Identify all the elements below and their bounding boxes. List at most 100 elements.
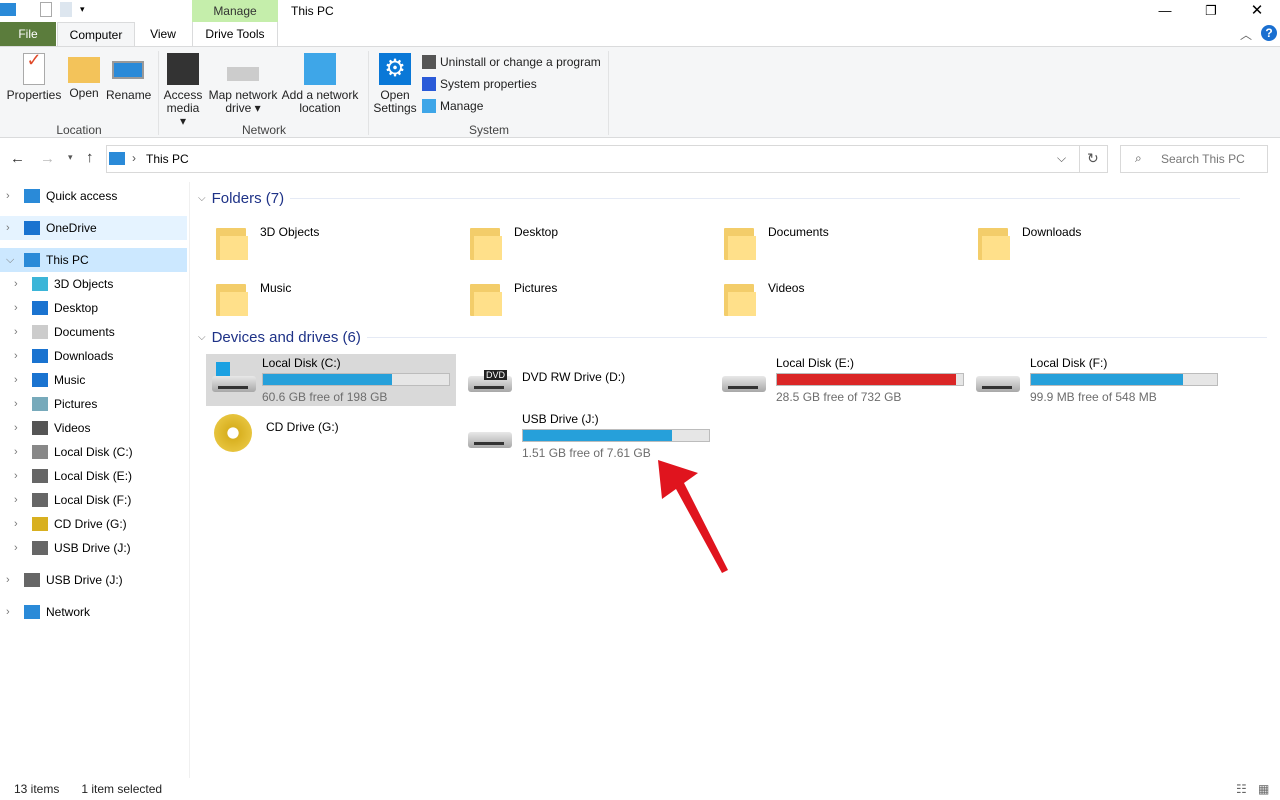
address-dropdown-icon[interactable]: ⌵ xyxy=(1057,151,1066,166)
media-icon xyxy=(167,53,199,85)
close-button[interactable]: ✕ xyxy=(1234,0,1280,22)
chevron-right-icon[interactable]: › xyxy=(14,494,18,506)
hard-drive-icon xyxy=(974,356,1020,396)
drive-item[interactable]: Local Disk (E:) 28.5 GB free of 732 GB xyxy=(716,354,970,408)
manage-button[interactable]: Manage xyxy=(422,99,483,113)
tab-view[interactable]: View xyxy=(136,22,190,46)
nav-item[interactable]: › USB Drive (J:) xyxy=(0,568,187,592)
folder-name: Documents xyxy=(768,225,829,239)
system-properties-button[interactable]: System properties xyxy=(422,77,537,91)
nav-item-label: Desktop xyxy=(54,301,99,315)
nav-item[interactable]: › Local Disk (C:) xyxy=(0,440,187,464)
nav-item-icon xyxy=(32,445,48,459)
back-button[interactable]: ← xyxy=(10,150,25,167)
refresh-icon[interactable]: ↻ xyxy=(1087,150,1099,167)
access-media-button[interactable]: Access media ▾ xyxy=(162,53,204,128)
chevron-right-icon[interactable]: › xyxy=(14,278,18,290)
drive-item[interactable]: Local Disk (C:) 60.6 GB free of 198 GB xyxy=(206,354,456,406)
chevron-right-icon[interactable]: › xyxy=(14,518,18,530)
help-icon[interactable]: ? xyxy=(1261,25,1277,41)
chevron-right-icon[interactable]: › xyxy=(14,542,18,554)
new-folder-qat-icon[interactable] xyxy=(60,2,72,17)
folders-section-header[interactable]: ⌵ Folders (7) xyxy=(198,190,1241,207)
open-folder-icon xyxy=(68,57,100,83)
folder-icon xyxy=(978,222,1012,262)
chevron-right-icon[interactable]: › xyxy=(6,190,10,202)
chevron-right-icon[interactable]: › xyxy=(6,222,10,234)
tab-file[interactable]: File xyxy=(0,22,56,46)
up-button[interactable]: ↑ xyxy=(86,149,94,166)
chevron-right-icon[interactable]: › xyxy=(14,422,18,434)
chevron-right-icon[interactable]: › xyxy=(14,374,18,386)
chevron-right-icon[interactable]: › xyxy=(14,398,18,410)
open-settings-button[interactable]: ⚙ Open Settings xyxy=(372,53,418,115)
folder-item[interactable]: Documents xyxy=(724,222,829,262)
hard-drive-icon xyxy=(466,412,512,452)
nav-item[interactable]: › Music xyxy=(0,368,187,392)
drive-usage-bar xyxy=(262,373,450,386)
customize-qat-icon[interactable]: ▾ xyxy=(80,4,85,15)
chevron-right-icon[interactable]: › xyxy=(6,606,10,618)
nav-item[interactable]: › Downloads xyxy=(0,344,187,368)
folder-item[interactable]: Desktop xyxy=(470,222,558,262)
nav-item[interactable]: › USB Drive (J:) xyxy=(0,536,187,560)
uninstall-program-button[interactable]: Uninstall or change a program xyxy=(422,55,601,69)
nav-item[interactable]: › OneDrive xyxy=(0,216,187,240)
uninstall-icon xyxy=(422,55,436,69)
minimize-button[interactable]: — xyxy=(1142,0,1188,22)
chevron-right-icon[interactable]: › xyxy=(14,302,18,314)
properties-qat-icon[interactable] xyxy=(40,2,52,17)
nav-item[interactable]: › Desktop xyxy=(0,296,187,320)
forward-button[interactable]: → xyxy=(40,150,55,167)
hard-drive-icon xyxy=(720,356,766,396)
properties-button[interactable]: ✓ Properties xyxy=(6,51,62,102)
nav-item[interactable]: › Pictures xyxy=(0,392,187,416)
map-network-drive-button[interactable]: Map network drive ▾ xyxy=(206,53,280,115)
nav-item-icon xyxy=(24,221,40,235)
folder-item[interactable]: Music xyxy=(216,278,291,318)
drive-item[interactable]: DVD DVD RW Drive (D:) xyxy=(462,354,631,400)
nav-item[interactable]: › Videos xyxy=(0,416,187,440)
chevron-right-icon[interactable]: › xyxy=(14,446,18,458)
nav-item[interactable]: › Network xyxy=(0,600,187,624)
recent-locations-button[interactable]: ▾ xyxy=(68,152,73,163)
chevron-right-icon[interactable]: › xyxy=(14,350,18,362)
group-network-label: Network xyxy=(241,123,286,137)
rename-button[interactable]: Rename xyxy=(106,53,151,102)
collapse-ribbon-icon[interactable]: ︿ xyxy=(1240,26,1252,43)
folder-item[interactable]: Videos xyxy=(724,278,804,318)
chevron-down-icon[interactable]: ⌵ xyxy=(6,254,14,267)
breadcrumb-this-pc[interactable]: This PC xyxy=(146,152,189,166)
nav-item-icon xyxy=(32,301,48,315)
computer-icon xyxy=(0,3,16,16)
folder-item[interactable]: Pictures xyxy=(470,278,557,318)
folder-item[interactable]: 3D Objects xyxy=(216,222,319,262)
nav-item[interactable]: › Documents xyxy=(0,320,187,344)
drives-section-header[interactable]: ⌵ Devices and drives (6) xyxy=(198,329,1267,346)
chevron-right-icon[interactable]: › xyxy=(6,574,10,586)
tab-computer[interactable]: Computer xyxy=(57,22,135,47)
nav-item[interactable]: › Local Disk (E:) xyxy=(0,464,187,488)
title-bar: ▾ Manage This PC — ❐ ✕ xyxy=(0,0,1280,22)
chevron-right-icon[interactable]: › xyxy=(14,326,18,338)
folder-icon xyxy=(724,278,758,318)
address-bar[interactable]: › This PC ⌵ ↻ xyxy=(106,145,1108,173)
nav-item[interactable]: › 3D Objects xyxy=(0,272,187,296)
drive-item[interactable]: CD Drive (G:) xyxy=(206,410,345,456)
nav-item[interactable]: › CD Drive (G:) xyxy=(0,512,187,536)
nav-item[interactable]: › Quick access xyxy=(0,184,187,208)
tab-drive-tools[interactable]: Drive Tools xyxy=(192,22,278,46)
large-icons-view-icon[interactable]: ▦ xyxy=(1258,782,1269,796)
status-bar: 13 items 1 item selected ☷ ▦ xyxy=(0,778,1280,800)
details-view-icon[interactable]: ☷ xyxy=(1236,782,1247,796)
chevron-right-icon[interactable]: › xyxy=(14,470,18,482)
nav-item[interactable]: › Local Disk (F:) xyxy=(0,488,187,512)
nav-item[interactable]: ⌵ This PC xyxy=(0,248,187,272)
drive-item[interactable]: Local Disk (F:) 99.9 MB free of 548 MB xyxy=(970,354,1224,408)
folder-item[interactable]: Downloads xyxy=(978,222,1081,262)
nav-item-label: Local Disk (E:) xyxy=(54,469,133,483)
add-network-location-button[interactable]: Add a network location xyxy=(280,53,360,115)
open-button[interactable]: Open xyxy=(66,53,102,100)
restore-button[interactable]: ❐ xyxy=(1188,0,1234,22)
search-input[interactable]: ⌕ Search This PC xyxy=(1120,145,1268,173)
